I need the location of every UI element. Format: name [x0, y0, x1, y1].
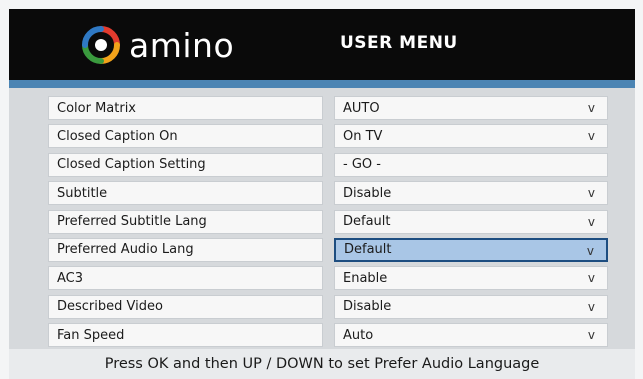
setting-value-text: Disable: [343, 185, 392, 201]
setting-value-text: Auto: [343, 327, 374, 343]
page-title: USER MENU: [340, 33, 458, 53]
chevron-down-icon: v: [587, 101, 595, 115]
chevron-down-icon: v: [587, 271, 595, 286]
setting-label: Color Matrix: [48, 96, 323, 120]
settings-row: Color Matrix AUTO v: [48, 96, 608, 124]
setting-value-dropdown[interactable]: AUTO v: [334, 96, 608, 120]
setting-value-text: Default: [344, 242, 392, 258]
setting-value-dropdown[interactable]: On TV v: [334, 124, 608, 149]
amino-logo: amino: [81, 23, 234, 67]
help-hint: Press OK and then UP / DOWN to set Prefe…: [9, 349, 635, 379]
chevron-down-icon: v: [587, 186, 595, 201]
header-accent-stripe: [9, 80, 635, 88]
setting-label: Described Video: [48, 294, 323, 319]
setting-label: Preferred Subtitle Lang: [48, 209, 323, 234]
setting-value-dropdown[interactable]: Disable v: [334, 294, 608, 319]
chevron-down-icon: v: [587, 129, 595, 144]
settings-row: Preferred Subtitle Lang Default v: [48, 209, 608, 238]
settings-row: Described Video Disable v: [48, 294, 608, 323]
setting-value-dropdown[interactable]: Enable v: [334, 266, 608, 291]
setting-value-text: - GO -: [343, 157, 381, 173]
setting-value-text: Disable: [343, 299, 392, 315]
chevron-down-icon: v: [587, 328, 595, 343]
setting-label: AC3: [48, 266, 323, 291]
settings-list: Color Matrix AUTO v Closed Caption On On TV v…: [48, 96, 608, 352]
setting-value-text: On TV: [343, 128, 383, 144]
settings-row: Fan Speed Auto v: [48, 323, 608, 351]
settings-row: Closed Caption On On TV v: [48, 124, 608, 152]
setting-label: Subtitle: [48, 181, 323, 206]
settings-row: AC3 Enable v: [48, 266, 608, 294]
brand-name: amino: [129, 25, 235, 65]
setting-label: Closed Caption On: [48, 124, 323, 149]
user-menu-screen: amino USER MENU Color Matrix AUTO v Closed …: [9, 9, 635, 379]
settings-row: Closed Caption Setting - GO -: [48, 152, 608, 181]
setting-label: Preferred Audio Lang: [48, 237, 323, 262]
setting-value-dropdown[interactable]: Auto v: [334, 323, 608, 348]
amino-swirl-icon: [82, 26, 120, 64]
settings-row: Subtitle Disable v: [48, 181, 608, 209]
setting-label: Fan Speed: [48, 323, 323, 348]
chevron-down-icon: v: [586, 243, 594, 258]
settings-row: Preferred Audio Lang Default v: [48, 237, 608, 266]
header-bar: amino USER MENU: [9, 9, 635, 80]
setting-value-text: Default: [343, 214, 391, 230]
chevron-down-icon: v: [587, 299, 595, 314]
setting-value-dropdown[interactable]: Default v: [334, 237, 608, 262]
setting-value-text: AUTO: [343, 100, 380, 116]
setting-value-dropdown[interactable]: Default v: [334, 209, 608, 234]
setting-label: Closed Caption Setting: [48, 152, 323, 177]
setting-action-button[interactable]: - GO -: [334, 152, 608, 177]
chevron-down-icon: v: [587, 214, 595, 229]
setting-value-text: Enable: [343, 270, 388, 286]
setting-value-dropdown[interactable]: Disable v: [334, 181, 608, 206]
